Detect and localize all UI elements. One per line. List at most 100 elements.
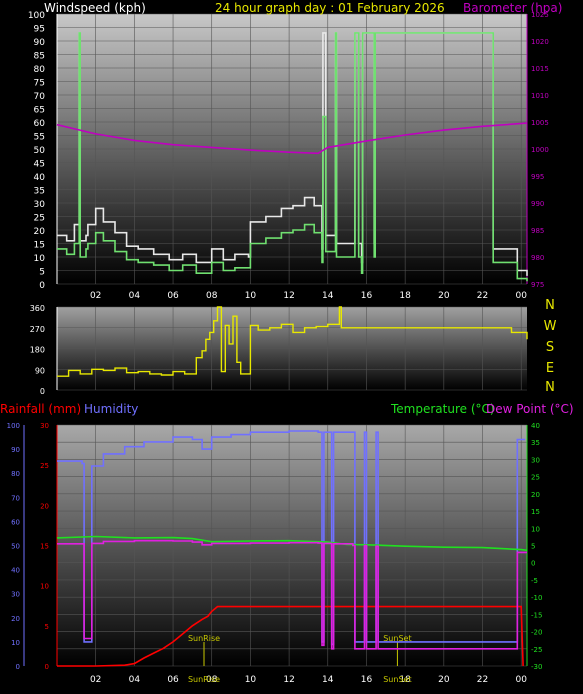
humidity-tick-label: 0 [16, 663, 20, 671]
wind-tick-label: 15 [34, 241, 45, 251]
windspeed-axis-label: Windspeed (kph) [44, 1, 146, 15]
barometer-axis-label: Barometer (hpa) [463, 1, 562, 15]
temperature-tick-label: 10 [531, 525, 540, 533]
wind-x-tick-label: 08 [206, 291, 218, 301]
wind-tick-label: 95 [34, 25, 45, 35]
climate-x-tick-label: 22 [477, 675, 488, 685]
temperature-tick-label: -25 [531, 646, 542, 654]
compass-label: S [546, 340, 554, 355]
temperature-tick-label: -15 [531, 611, 542, 619]
rainfall-tick-label: 15 [40, 543, 49, 551]
wind-tick-label: 85 [34, 52, 45, 62]
barometer-tick-label: 975 [531, 281, 544, 289]
wind-tick-label: 90 [34, 38, 46, 48]
temperature-tick-label: -10 [531, 594, 542, 602]
wind-x-tick-label: 00 [515, 291, 527, 301]
temperature-tick-label: 20 [531, 491, 540, 499]
temperature-tick-label: 25 [531, 474, 540, 482]
sun-marker-axis-label: SunSet [383, 675, 411, 684]
humidity-tick-label: 20 [11, 615, 20, 623]
wind-tick-label: 80 [34, 65, 46, 75]
wind-x-tick-label: 16 [361, 291, 373, 301]
wind-tick-label: 60 [34, 119, 46, 129]
wind-x-tick-label: 22 [477, 291, 488, 301]
humidity-axis-label: Humidity [84, 402, 138, 416]
humidity-tick-label: 30 [11, 591, 20, 599]
wind-tick-label: 20 [34, 227, 46, 237]
compass-label: N [545, 298, 555, 313]
temperature-tick-label: 30 [531, 456, 540, 464]
wind-tick-label: 70 [34, 92, 46, 102]
wind-x-tick-label: 06 [167, 291, 179, 301]
temperature-axis-label: Temperature (°C) [390, 402, 495, 416]
wind-tick-label: 65 [34, 106, 45, 116]
climate-x-tick-label: 00 [515, 675, 527, 685]
sun-marker-axis-label: SunRise [188, 675, 220, 684]
compass-label: E [546, 361, 554, 376]
humidity-tick-label: 40 [11, 567, 20, 575]
wind-tick-label: 100 [28, 11, 45, 21]
barometer-tick-label: 1000 [531, 146, 549, 154]
climate-x-tick-label: 20 [438, 675, 450, 685]
wind-x-tick-label: 10 [245, 291, 257, 301]
wind-tick-label: 5 [39, 268, 45, 278]
rainfall-tick-label: 20 [40, 502, 49, 510]
wind-x-tick-label: 12 [283, 291, 294, 301]
wind-tick-label: 10 [34, 254, 46, 264]
rainfall-axis-label: Rainfall (mm) [0, 402, 81, 416]
climate-x-tick-label: 14 [322, 675, 334, 685]
climate-x-tick-label: 12 [283, 675, 294, 685]
wind-tick-label: 40 [34, 173, 46, 183]
rainfall-tick-label: 5 [45, 623, 49, 631]
temperature-tick-label: -20 [531, 629, 542, 637]
barometer-tick-label: 1020 [531, 38, 549, 46]
direction-tick-label: 180 [30, 346, 45, 355]
humidity-tick-label: 100 [7, 422, 20, 430]
compass-label: W [544, 319, 557, 334]
wind-tick-label: 30 [34, 200, 46, 210]
temperature-tick-label: 15 [531, 508, 540, 516]
wind-x-tick-label: 20 [438, 291, 450, 301]
humidity-tick-label: 60 [11, 518, 20, 526]
humidity-tick-label: 10 [11, 639, 20, 647]
compass-label: N [545, 380, 555, 395]
barometer-tick-label: 1015 [531, 65, 549, 73]
humidity-tick-label: 50 [11, 543, 20, 551]
wind-x-tick-label: 14 [322, 291, 334, 301]
dewpoint-axis-label: Dew Point (°C) [486, 402, 574, 416]
barometer-tick-label: 995 [531, 173, 544, 181]
wind-x-tick-label: 18 [399, 291, 411, 301]
wind-tick-label: 50 [34, 146, 46, 156]
wind-tick-label: 75 [34, 79, 45, 89]
rainfall-tick-label: 25 [40, 462, 49, 470]
direction-tick-label: 270 [30, 325, 45, 334]
direction-tick-label: 360 [30, 304, 45, 313]
temperature-tick-label: 35 [531, 439, 540, 447]
barometer-tick-label: 990 [531, 200, 544, 208]
chart-title: 24 hour graph day : 01 February 2026 [215, 1, 445, 15]
wind-tick-label: 45 [34, 160, 45, 170]
wind-tick-label: 25 [34, 214, 45, 224]
temperature-tick-label: -30 [531, 663, 542, 671]
barometer-tick-label: 980 [531, 254, 544, 262]
temperature-tick-label: 0 [531, 560, 535, 568]
humidity-tick-label: 90 [11, 446, 20, 454]
temperature-tick-label: 5 [531, 543, 535, 551]
temperature-tick-label: 40 [531, 422, 540, 430]
barometer-tick-label: 985 [531, 227, 544, 235]
wind-x-tick-label: 02 [90, 291, 101, 301]
direction-tick-label: 0 [40, 387, 45, 396]
climate-x-tick-label: 10 [245, 675, 257, 685]
rainfall-tick-label: 30 [40, 422, 49, 430]
wind-x-tick-label: 04 [129, 291, 141, 301]
sun-marker-label: SunRise [188, 634, 220, 643]
weather-24h-chart: 0510152025303540455055606570758085909510… [0, 1, 574, 685]
climate-x-tick-label: 02 [90, 675, 101, 685]
wind-tick-label: 35 [34, 187, 45, 197]
direction-tick-label: 90 [35, 366, 45, 375]
humidity-tick-label: 80 [11, 470, 20, 478]
climate-x-tick-label: 06 [167, 675, 179, 685]
wind-tick-label: 55 [34, 133, 45, 143]
wind-tick-label: 0 [39, 281, 45, 291]
barometer-tick-label: 1005 [531, 119, 549, 127]
